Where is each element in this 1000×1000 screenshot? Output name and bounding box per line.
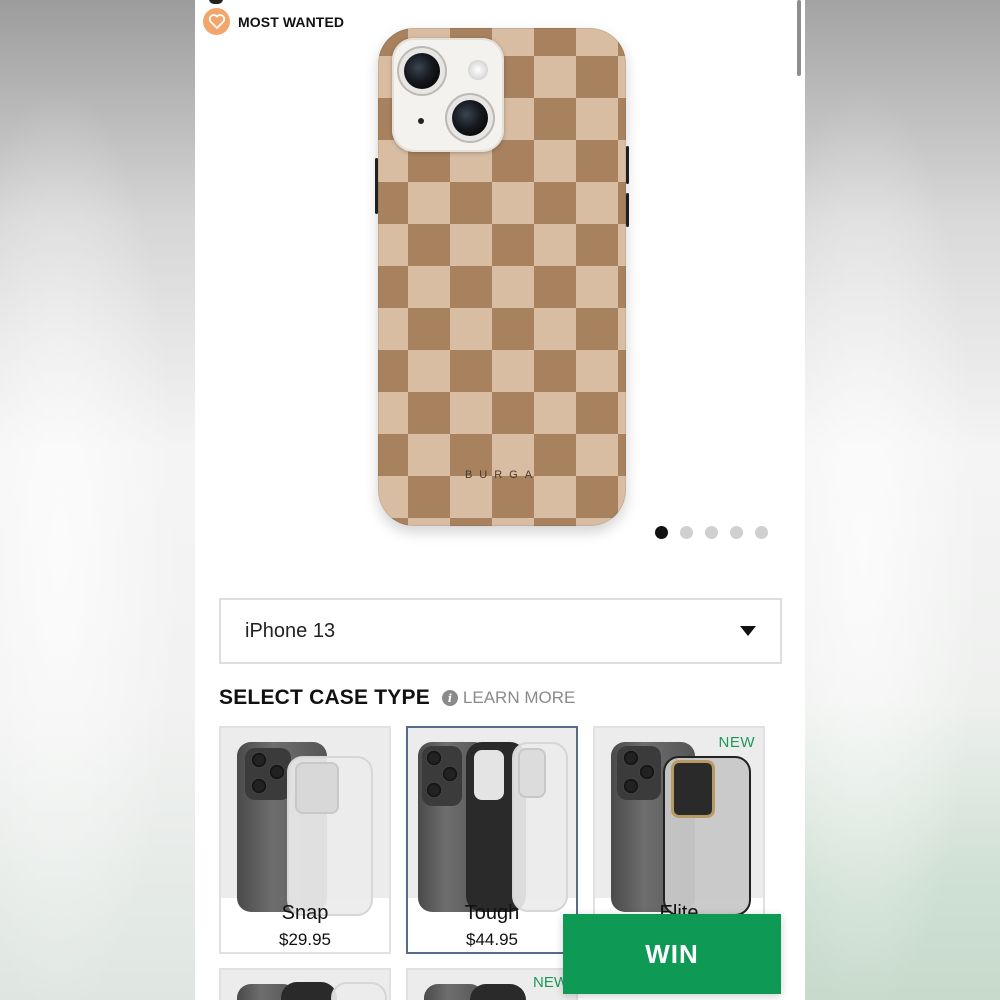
new-tag: NEW <box>718 734 755 751</box>
case-image <box>221 728 389 916</box>
case-image <box>595 728 763 916</box>
product-page[interactable]: MOST WANTED BURGA iPhone 13 SELECT CASE … <box>195 0 805 1000</box>
learn-more-link[interactable]: i LEARN MORE <box>441 688 576 708</box>
phone-side-button <box>626 193 629 227</box>
gallery-dot[interactable] <box>755 526 768 539</box>
case-name: Tough <box>464 902 520 924</box>
blurred-backdrop-right <box>805 0 1000 1000</box>
case-option-row2-2[interactable]: NEW <box>406 968 578 1000</box>
chevron-down-icon <box>740 626 756 636</box>
phone-model-value: iPhone 13 <box>245 619 336 642</box>
case-name: Snap <box>281 902 329 924</box>
camera-lens <box>452 100 488 136</box>
info-icon: i <box>441 690 458 706</box>
case-price: $29.95 <box>279 930 331 949</box>
camera-lens <box>404 53 440 89</box>
case-option-row2-1[interactable] <box>219 968 391 1000</box>
case-option-snap[interactable]: Snap $29.95 <box>219 726 391 954</box>
flash <box>468 60 488 80</box>
blurred-backdrop-left <box>0 0 200 1000</box>
phone-model-select[interactable]: iPhone 13 <box>219 598 782 664</box>
gallery-dot[interactable] <box>705 526 718 539</box>
phone-side-button <box>626 146 629 184</box>
section-title: SELECT CASE TYPE <box>219 686 430 709</box>
brand-mark: BURGA <box>464 469 540 481</box>
mic <box>418 118 424 124</box>
partial-icon <box>209 0 223 4</box>
heart-icon <box>203 8 230 35</box>
camera-module <box>392 38 504 152</box>
product-image[interactable]: BURGA <box>375 28 629 526</box>
win-button[interactable]: WIN <box>563 914 781 994</box>
case-option-tough[interactable]: Tough $44.95 <box>406 726 578 954</box>
case-type-header: SELECT CASE TYPE i LEARN MORE <box>219 686 575 710</box>
scrollbar[interactable] <box>797 0 801 76</box>
case-image <box>408 728 576 912</box>
learn-more-label: LEARN MORE <box>462 688 576 707</box>
gallery-dot[interactable] <box>730 526 743 539</box>
checkered-phone-case: BURGA <box>378 28 626 526</box>
most-wanted-badge: MOST WANTED <box>203 8 344 35</box>
case-price: $44.95 <box>466 930 518 949</box>
gallery-dot[interactable] <box>655 526 668 539</box>
gallery-dot[interactable] <box>680 526 693 539</box>
badge-label: MOST WANTED <box>238 13 345 30</box>
gallery-pagination[interactable] <box>655 526 768 539</box>
